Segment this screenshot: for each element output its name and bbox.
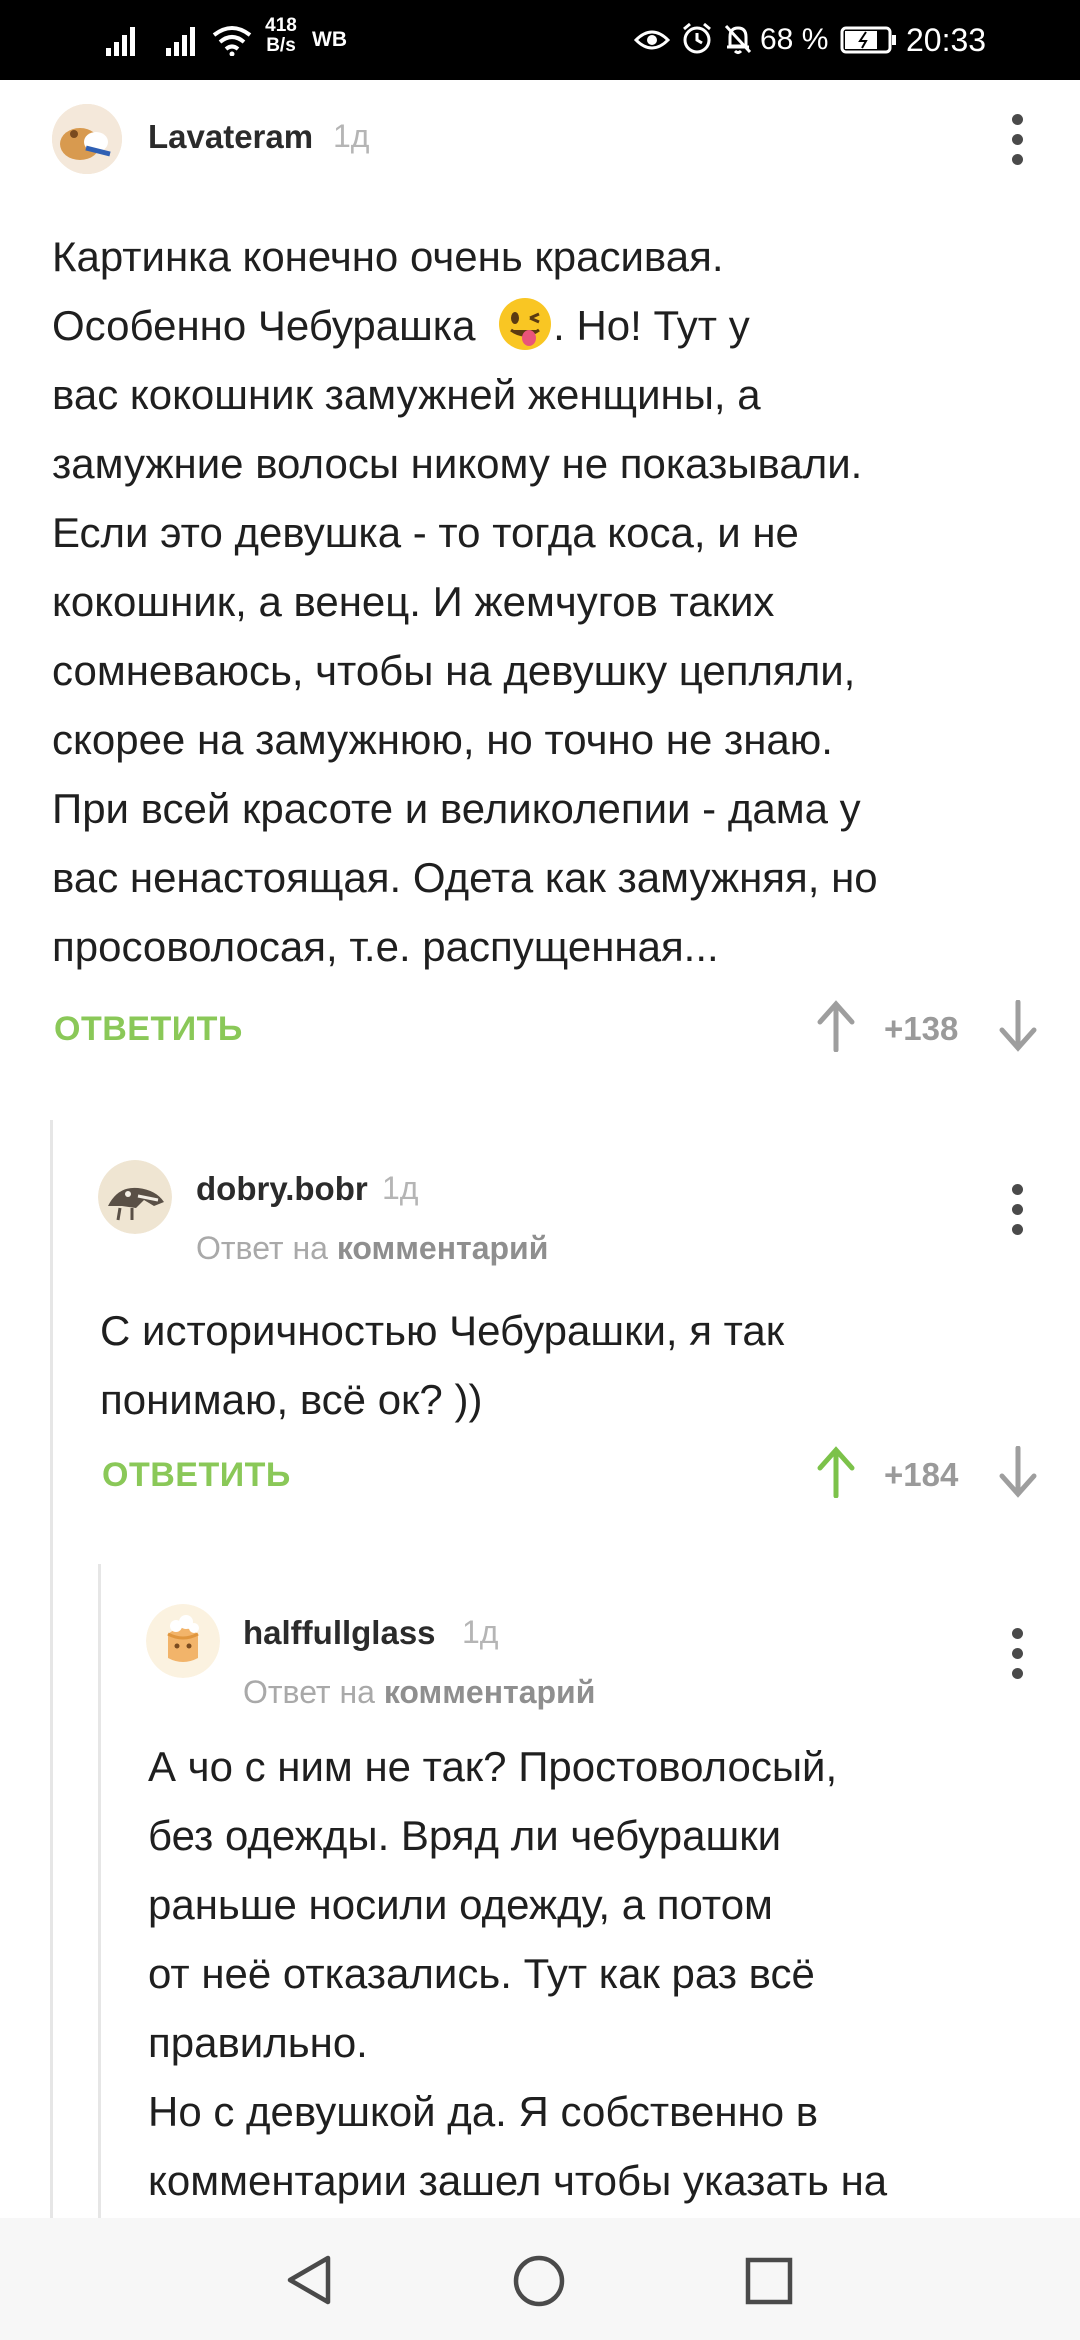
avatar-image xyxy=(52,104,122,174)
reply-to-link[interactable]: комментарий xyxy=(384,1674,596,1710)
comment-body: А чо с ним не так? Простоволосый, без од… xyxy=(148,1732,1048,2215)
comment-line: замужние волосы никому не показывали. xyxy=(52,440,863,487)
avatar-image xyxy=(98,1160,172,1234)
bell-off-icon xyxy=(724,24,752,54)
reply-to-prefix: Ответ на xyxy=(243,1674,375,1710)
rating-count: +138 xyxy=(884,1010,959,1047)
comment: Lavateram 1д Картинка конечно очень крас… xyxy=(0,80,1080,1080)
comment-line: При всей красоте и великолепии - дама у xyxy=(52,785,861,832)
comment-line: раньше носили одежду, а потом xyxy=(148,1881,773,1928)
comment-reply: dobry.bobr 1д Ответ на комментарий С ист… xyxy=(0,1140,1080,1580)
comment-line: Особенно Чебурашка . Но! Тут у xyxy=(52,291,1052,360)
comment-line: понимаю, всё ок? )) xyxy=(100,1376,483,1423)
comment-time: 1д xyxy=(462,1614,499,1650)
net-speed: 418 B/s xyxy=(254,16,308,56)
comment-line: без одежды. Вряд ли чебурашки xyxy=(148,1812,782,1859)
author-name[interactable]: halffullglass xyxy=(243,1614,436,1652)
comment-line: от неё отказались. Тут как раз всё xyxy=(148,1950,815,1997)
more-options-icon[interactable] xyxy=(1010,114,1024,174)
comment-line: вас кокошник замужней женщины, а xyxy=(52,371,761,418)
navigation-bar xyxy=(0,2218,1080,2340)
battery-icon xyxy=(840,26,896,54)
battery-percent: 68 % xyxy=(760,23,829,56)
comment-line: скорее на замужнюю, но точно не знаю. xyxy=(52,716,833,763)
alarm-icon xyxy=(683,22,711,54)
downvote-arrow-icon[interactable] xyxy=(998,1000,1038,1052)
reply-button[interactable]: ОТВЕТИТЬ xyxy=(102,1456,291,1495)
status-bar: 418 B/s WB 68 % 20:33 xyxy=(0,0,1080,80)
comment-line: сомневаюсь, чтобы на девушку цепляли, xyxy=(52,647,856,694)
rating-count: +184 xyxy=(884,1456,959,1493)
net-speed-value: 418 xyxy=(265,15,297,36)
avatar[interactable] xyxy=(146,1604,220,1678)
comment-line: кокошник, а венец. И жемчугов таких xyxy=(52,578,775,625)
reply-to-prefix: Ответ на xyxy=(196,1230,328,1266)
comment-time: 1д xyxy=(382,1170,419,1206)
upvote-arrow-icon[interactable] xyxy=(816,1446,856,1498)
more-options-icon[interactable] xyxy=(1010,1184,1024,1244)
comment-line: комментарии зашел чтобы указать на xyxy=(148,2157,888,2204)
reply-button[interactable]: ОТВЕТИТЬ xyxy=(54,1010,243,1049)
carrier-tag: WB xyxy=(312,28,347,51)
comment-time: 1д xyxy=(333,118,370,154)
net-speed-unit: B/s xyxy=(266,35,296,56)
avatar-image xyxy=(146,1604,220,1678)
comment-line: Если это девушка - то тогда коса, и не xyxy=(52,509,799,556)
comment-text: Особенно Чебурашка xyxy=(52,302,476,349)
avatar[interactable] xyxy=(98,1160,172,1234)
comment-body: С историчностью Чебурашки, я так понимаю… xyxy=(100,1296,1040,1434)
comment-body: Картинка конечно очень красивая. Особенн… xyxy=(52,222,1052,981)
comment-text: . Но! Тут у xyxy=(553,302,750,349)
reply-to-link[interactable]: комментарий xyxy=(337,1230,549,1266)
comment-line: А чо с ним не так? Простоволосый, xyxy=(148,1743,838,1790)
comments-feed[interactable]: Lavateram 1д Картинка конечно очень крас… xyxy=(0,80,1080,2218)
upvote-arrow-icon[interactable] xyxy=(816,1000,856,1052)
signal-icon xyxy=(106,27,135,56)
downvote-arrow-icon[interactable] xyxy=(998,1446,1038,1498)
avatar[interactable] xyxy=(52,104,122,174)
reply-to-label: Ответ на комментарий xyxy=(196,1230,548,1267)
recents-icon[interactable] xyxy=(744,2256,794,2306)
signal-icon xyxy=(166,27,195,56)
comment-line: вас ненастоящая. Одета как замужняя, но xyxy=(52,854,878,901)
more-options-icon[interactable] xyxy=(1010,1628,1024,1688)
winking-tongue-emoji-icon xyxy=(499,298,552,350)
comment-line: правильно. xyxy=(148,2019,368,2066)
author-name[interactable]: Lavateram xyxy=(148,118,313,156)
home-icon[interactable] xyxy=(512,2254,566,2308)
reply-to-label: Ответ на комментарий xyxy=(243,1674,595,1711)
wifi-icon xyxy=(212,26,252,56)
comment-line: просоволосая, т.е. распущенная... xyxy=(52,923,719,970)
clock: 20:33 xyxy=(906,22,987,58)
author-name[interactable]: dobry.bobr xyxy=(196,1170,368,1208)
eye-icon xyxy=(634,30,670,50)
comment-line: Картинка конечно очень красивая. xyxy=(52,233,724,280)
comment-reply: halffullglass 1д Ответ на комментарий А … xyxy=(0,1584,1080,2218)
comment-line: Но с девушкой да. Я собственно в xyxy=(148,2088,819,2135)
comment-line: С историчностью Чебурашки, я так xyxy=(100,1307,785,1354)
back-icon[interactable] xyxy=(284,2254,334,2306)
